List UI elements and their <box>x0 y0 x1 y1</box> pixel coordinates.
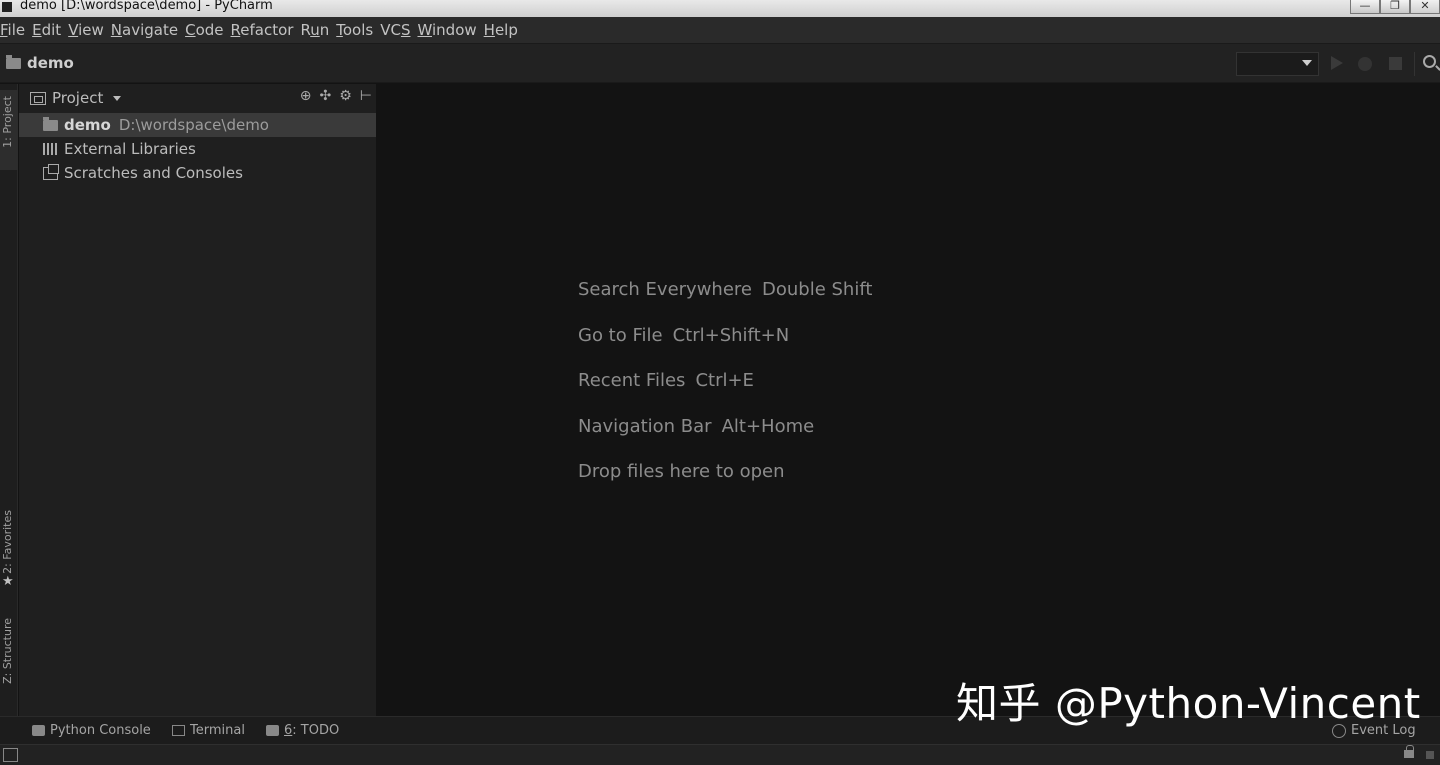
tool-tab-terminal[interactable]: Terminal <box>172 723 245 738</box>
left-tool-stripe: 1: Project 2: Favorites ★ Z: Structure <box>0 84 18 716</box>
lock-icon[interactable] <box>1404 745 1414 758</box>
tool-tab-favorites[interactable]: 2: Favorites ★ <box>0 506 18 596</box>
menu-tools[interactable]: Tools <box>336 21 380 39</box>
folder-icon <box>6 54 21 69</box>
stop-icon[interactable] <box>1389 57 1402 70</box>
tree-item-scratches[interactable]: Scratches and Consoles <box>19 161 376 185</box>
python-console-icon <box>32 725 45 736</box>
menu-navigate[interactable]: Navigate <box>111 21 185 39</box>
folder-icon <box>43 116 58 131</box>
maximize-button[interactable]: ❐ <box>1380 0 1410 14</box>
tree-item-label: demo <box>64 116 111 134</box>
menu-refactor[interactable]: Refactor <box>231 21 301 39</box>
window-controls: — ❐ ✕ <box>1350 0 1440 14</box>
hint-go-to-file: Go to File Ctrl+Shift+N <box>578 324 790 346</box>
window-title-bar: demo [D:\wordspace\demo] - PyCharm — ❐ ✕ <box>0 0 1440 17</box>
scratches-icon <box>43 163 59 180</box>
library-icon <box>43 143 59 155</box>
menu-run[interactable]: Run <box>300 21 336 39</box>
hint-search-everywhere: Search Everywhere Double Shift <box>578 279 873 300</box>
toggle-tool-windows-icon[interactable] <box>3 748 18 762</box>
project-view-icon <box>30 91 46 105</box>
menu-vcs[interactable]: VCS <box>380 21 417 39</box>
menu-window[interactable]: Window <box>417 21 483 39</box>
status-indicator-icon[interactable] <box>1426 751 1434 759</box>
star-icon: ★ <box>2 574 14 589</box>
search-icon[interactable] <box>1423 55 1436 68</box>
project-panel-header: Project ⊕ ✣ ⚙ ⊢ <box>19 84 376 112</box>
watermark: 知乎 @Python-Vincent <box>956 679 1421 728</box>
menu-bar: File Edit View Navigate Code Refactor Ru… <box>0 17 1440 43</box>
breadcrumb-project: demo <box>27 54 74 72</box>
tool-tab-python-console[interactable]: Python Console <box>32 723 151 738</box>
minimize-icon: — <box>1359 0 1371 12</box>
locate-file-icon[interactable]: ⊕ <box>300 88 312 104</box>
hint-recent-files: Recent Files Ctrl+E <box>578 370 754 391</box>
project-panel-toolbar: ⊕ ✣ ⚙ ⊢ <box>300 88 372 104</box>
tree-item-project-root[interactable]: demo D:\wordspace\demo <box>19 113 376 137</box>
restore-icon: ❐ <box>1390 0 1400 12</box>
tree-item-path: D:\wordspace\demo <box>118 116 269 134</box>
status-bar <box>0 744 1440 765</box>
run-icon[interactable] <box>1331 56 1343 70</box>
project-tool-window: Project ⊕ ✣ ⚙ ⊢ demo D:\wordspace\demo E… <box>19 84 376 716</box>
terminal-icon <box>172 725 185 736</box>
menu-edit[interactable]: Edit <box>32 21 68 39</box>
menu-help[interactable]: Help <box>484 21 525 39</box>
tree-item-external-libraries[interactable]: External Libraries <box>19 137 376 161</box>
close-icon: ✕ <box>1420 0 1430 12</box>
hint-drop-files: Drop files here to open <box>578 461 785 482</box>
breadcrumb[interactable]: demo <box>6 54 74 72</box>
menu-file[interactable]: File <box>0 21 32 39</box>
tool-tab-structure[interactable]: Z: Structure <box>0 612 18 712</box>
tool-tab-todo[interactable]: 6: TODO <box>266 723 339 738</box>
todo-icon <box>266 725 279 736</box>
collapse-all-icon[interactable]: ✣ <box>320 88 332 104</box>
hint-navigation-bar: Navigation Bar Alt+Home <box>578 415 815 437</box>
settings-gear-icon[interactable]: ⚙ <box>339 88 352 104</box>
hide-panel-icon[interactable]: ⊢ <box>360 88 372 104</box>
tool-tab-structure-label: Z: Structure <box>1 618 14 684</box>
window-title: demo [D:\wordspace\demo] - PyCharm <box>20 0 273 13</box>
tree-item-label: External Libraries <box>64 140 196 158</box>
project-view-title[interactable]: Project <box>52 89 103 107</box>
tool-tab-project-label: 1: Project <box>1 96 14 148</box>
close-button[interactable]: ✕ <box>1410 0 1440 14</box>
editor-hints: Search Everywhere Double Shift Go to File… <box>578 277 872 505</box>
editor-empty-area[interactable]: Search Everywhere Double Shift Go to File… <box>376 84 1440 716</box>
debug-icon[interactable] <box>1358 57 1372 71</box>
minimize-button[interactable]: — <box>1350 0 1380 14</box>
navigation-bar: demo <box>0 43 1440 83</box>
run-configuration-dropdown[interactable] <box>1236 52 1319 76</box>
pycharm-app-icon <box>2 2 12 12</box>
tree-item-label: Scratches and Consoles <box>64 164 243 182</box>
menu-code[interactable]: Code <box>185 21 230 39</box>
toolbar-divider <box>1414 52 1415 76</box>
menu-view[interactable]: View <box>68 21 111 39</box>
tool-tab-project[interactable]: 1: Project <box>0 90 18 170</box>
tool-tab-favorites-label: 2: Favorites <box>1 510 14 574</box>
chevron-down-icon <box>1302 60 1312 66</box>
project-tree: demo D:\wordspace\demo External Librarie… <box>19 113 376 185</box>
chevron-down-icon[interactable] <box>113 95 122 101</box>
